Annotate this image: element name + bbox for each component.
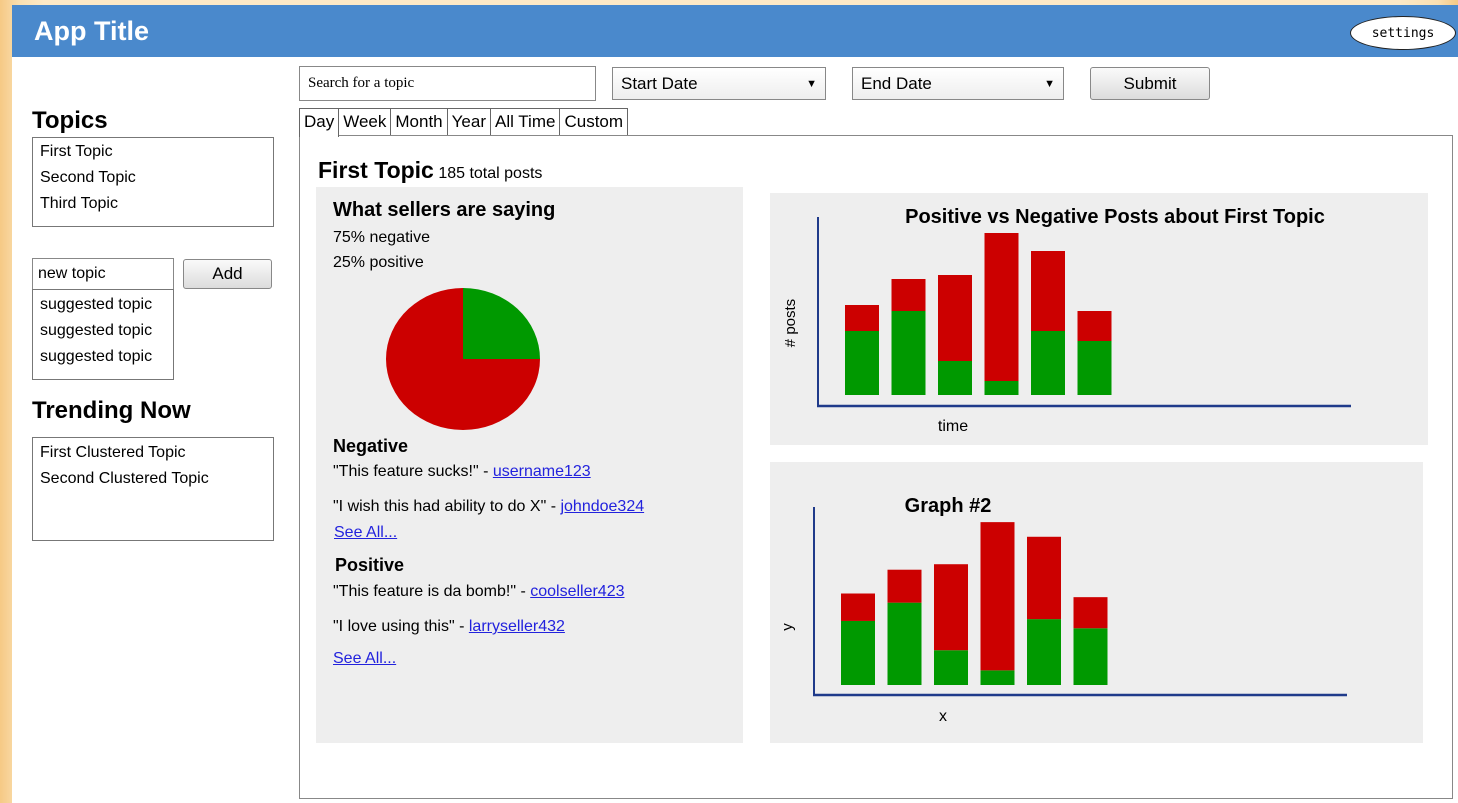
bar-segment-negative (1027, 536, 1061, 620)
bar-segment-positive (938, 361, 972, 395)
tab-month[interactable]: Month (390, 108, 448, 136)
bar-segment-negative (934, 564, 968, 651)
trending-item[interactable]: Second Clustered Topic (40, 466, 266, 492)
topic-item[interactable]: Second Topic (40, 164, 266, 192)
user-link[interactable]: username123 (493, 463, 591, 480)
chart-title: Graph #2 (905, 495, 992, 517)
bar-segment-positive (1027, 619, 1061, 685)
negative-quote: "This feature sucks!" - username123 (333, 463, 591, 481)
bar-segment-negative (1073, 597, 1108, 629)
submit-button[interactable]: Submit (1090, 67, 1210, 100)
start-date-label: Start Date (621, 73, 698, 93)
bar-segment-negative (841, 593, 875, 621)
bar-segment-negative (887, 569, 922, 603)
start-date-select[interactable]: Start Date ▼ (612, 67, 826, 100)
bar-segment-positive (980, 670, 1015, 685)
end-date-label: End Date (861, 73, 932, 93)
tab-day[interactable]: Day (299, 108, 340, 137)
positive-quote: "I love using this" - larryseller432 (333, 618, 565, 636)
graph-2-bar-chart: Graph #2 x y (779, 495, 1347, 725)
settings-button[interactable]: settings (1350, 16, 1456, 50)
bar-segment-negative (1031, 251, 1065, 331)
suggested-topic-item[interactable]: suggested topic (40, 318, 166, 344)
bar-segment-negative (938, 275, 972, 361)
trending-item[interactable]: First Clustered Topic (40, 440, 266, 466)
positive-quote: "This feature is da bomb!" - coolseller4… (333, 583, 625, 601)
end-date-select[interactable]: End Date ▼ (852, 67, 1064, 100)
user-link[interactable]: coolseller423 (530, 583, 624, 600)
see-all-link[interactable]: See All... (333, 650, 396, 667)
user-link[interactable]: johndoe324 (560, 498, 644, 515)
topic-header: First Topic 185 total posts (318, 157, 542, 184)
topic-item[interactable]: First Topic (40, 140, 266, 164)
title-bar: App Title settings (12, 5, 1458, 57)
negative-quote: "I wish this had ability to do X" - john… (333, 498, 644, 516)
bar-segment-positive (841, 620, 875, 685)
chevron-down-icon: ▼ (806, 77, 817, 90)
trending-heading: Trending Now (32, 397, 191, 424)
quote-text: "This feature sucks!" - (333, 463, 493, 480)
negative-heading: Negative (333, 436, 409, 456)
posts-bar-chart: Positive vs Negative Posts about First T… (782, 206, 1351, 435)
quote-text: "I wish this had ability to do X" - (333, 498, 561, 515)
bar-segment-positive (845, 331, 879, 395)
trending-list[interactable]: First Clustered Topic Second Clustered T… (32, 437, 274, 541)
add-topic-button[interactable]: Add (183, 259, 272, 289)
see-all-positive: See All... (333, 650, 396, 668)
tab-custom[interactable]: Custom (559, 108, 629, 136)
bar-segment-positive (891, 311, 926, 395)
y-axis-label: y (779, 623, 796, 631)
negative-percent: 75% negative (333, 229, 430, 246)
total-posts: 185 total posts (438, 165, 543, 182)
user-link[interactable]: larryseller432 (469, 618, 565, 635)
bar-segment-positive (1031, 331, 1065, 395)
see-all-link[interactable]: See All... (334, 524, 397, 541)
topic-title: First Topic (318, 157, 434, 183)
bar-segment-negative (1077, 311, 1112, 341)
tab-year[interactable]: Year (446, 108, 491, 136)
bar-segment-positive (887, 602, 922, 685)
bar-segment-positive (984, 381, 1019, 395)
quote-text: "This feature is da bomb!" - (333, 583, 531, 600)
positive-heading: Positive (335, 555, 405, 575)
quote-text: "I love using this" - (333, 618, 469, 635)
x-axis-label: time (938, 418, 968, 435)
sentiment-pie-chart (386, 288, 540, 430)
tab-all-time[interactable]: All Time (490, 108, 561, 136)
bar-segment-negative (984, 233, 1019, 381)
bar-segment-positive (1073, 628, 1108, 685)
chevron-down-icon: ▼ (1044, 77, 1055, 90)
bar-segment-positive (1077, 341, 1112, 395)
positive-percent: 25% positive (333, 254, 424, 271)
period-tabs: Day Week Month Year All Time Custom (299, 108, 629, 137)
suggested-topic-item[interactable]: suggested topic (40, 292, 166, 318)
suggested-topic-item[interactable]: suggested topic (40, 344, 166, 370)
new-topic-input[interactable]: new topic (32, 258, 174, 290)
see-all-negative: See All... (334, 524, 397, 542)
bar-segment-negative (845, 305, 879, 331)
bar-segment-negative (980, 522, 1015, 671)
sellers-heading: What sellers are saying (333, 199, 556, 221)
search-input[interactable]: Search for a topic (299, 66, 596, 101)
suggested-topics-list[interactable]: suggested topic suggested topic suggeste… (32, 289, 174, 380)
pie-slice-positive (463, 288, 540, 359)
chart-title: Positive vs Negative Posts about First T… (905, 206, 1325, 228)
topics-list[interactable]: First Topic Second Topic Third Topic (32, 137, 274, 227)
bar-segment-positive (934, 650, 968, 685)
bar-segment-negative (891, 279, 926, 311)
topic-item[interactable]: Third Topic (40, 192, 266, 216)
topics-heading: Topics (32, 107, 108, 134)
x-axis-label: x (939, 708, 947, 725)
y-axis-label: # posts (782, 299, 799, 347)
app-title: App Title (34, 16, 150, 46)
tab-week[interactable]: Week (338, 108, 392, 136)
